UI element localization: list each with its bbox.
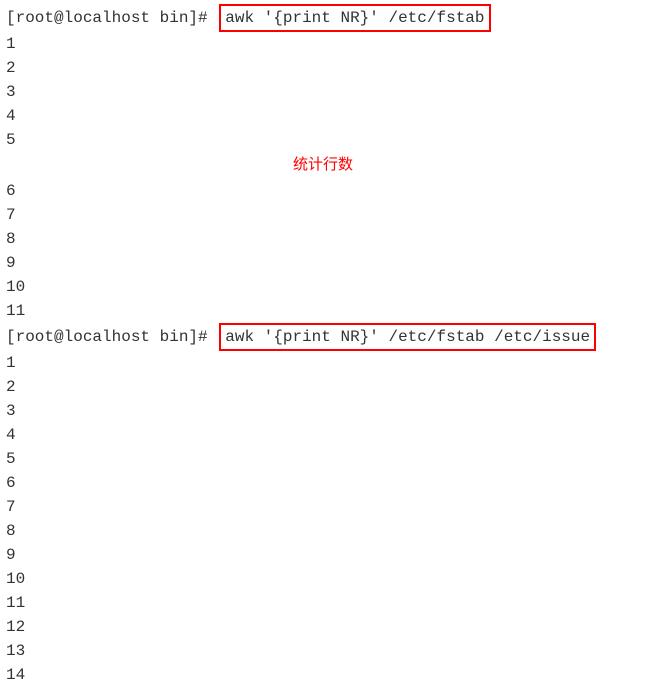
output-line: 8 [6,519,640,543]
output-line: 10 [6,275,640,299]
output-line: 10 [6,567,640,591]
output-line: 9 [6,251,640,275]
command-highlight-box: awk '{print NR}' /etc/fstab [219,4,490,32]
output-line: 11 [6,299,640,323]
terminal-line-2: [root@localhost bin]# awk '{print NR}' /… [6,323,640,351]
output-line: 5 [6,447,640,471]
output-line: 14 [6,663,640,687]
output-line: 6 [6,471,640,495]
command-highlight-box: awk '{print NR}' /etc/fstab /etc/issue [219,323,596,351]
output-line: 3 [6,80,640,104]
output-line: 1 [6,351,640,375]
output-line: 1 [6,32,640,56]
output-line: 9 [6,543,640,567]
terminal-line-1: [root@localhost bin]# awk '{print NR}' /… [6,4,640,32]
shell-prompt: [root@localhost bin]# [6,9,208,27]
output-line: 4 [6,423,640,447]
output-line: 8 [6,227,640,251]
output-line: 11 [6,591,640,615]
output-line: 12 [6,615,640,639]
output-line: 13 [6,639,640,663]
output-line: 7 [6,203,640,227]
shell-prompt: [root@localhost bin]# [6,328,208,346]
output-line: 2 [6,56,640,80]
output-line: 4 [6,104,640,128]
output-line: 3 [6,399,640,423]
annotation-text: 统计行数 [6,154,640,177]
output-line: 5 [6,128,640,152]
output-line: 7 [6,495,640,519]
output-line: 2 [6,375,640,399]
output-line: 6 [6,179,640,203]
